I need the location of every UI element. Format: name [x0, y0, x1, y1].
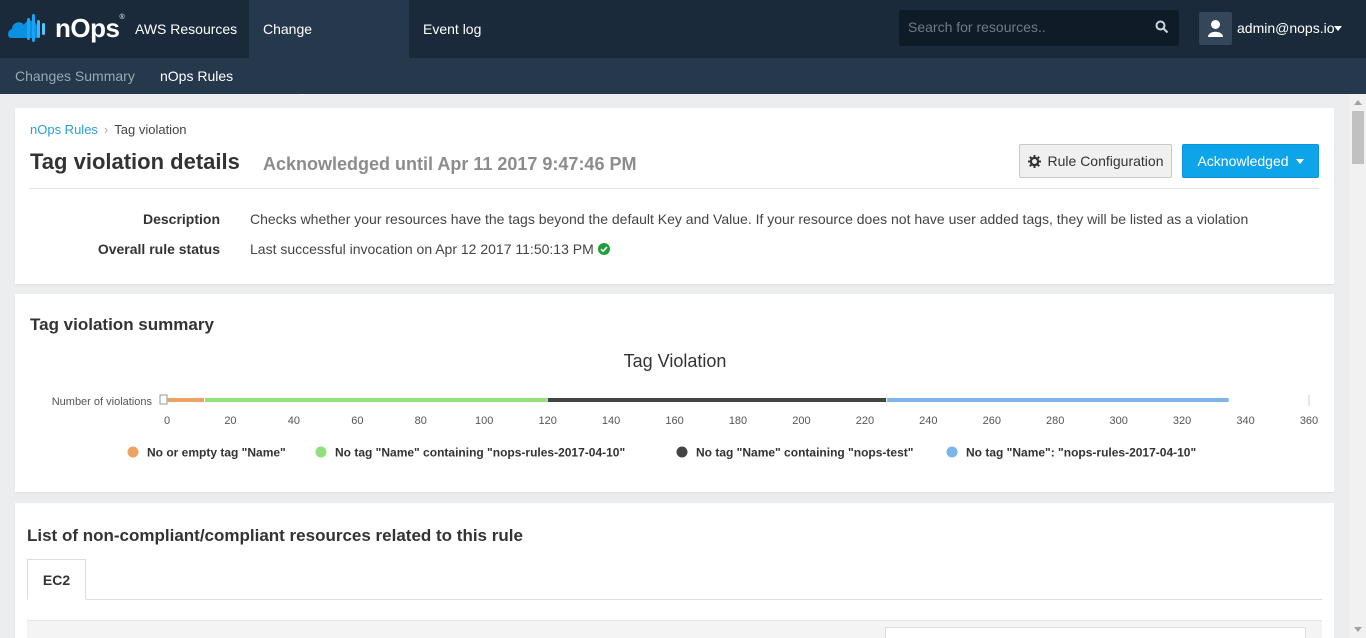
chart-bar-segment-2[interactable]	[205, 398, 547, 402]
overall-status-label: Overall rule status	[97, 241, 220, 257]
legend-label: No tag "Name" containing "nops-test"	[696, 446, 913, 460]
x-tick-label: 120	[538, 415, 556, 427]
nav-aws-resources[interactable]: AWS Resources	[121, 0, 251, 58]
search-input[interactable]	[908, 19, 1148, 35]
x-tick-label: 360	[1300, 415, 1318, 427]
legend-swatch	[946, 446, 958, 458]
subnav-changes-summary[interactable]: Changes Summary	[15, 58, 135, 94]
x-tick-label: 140	[602, 415, 620, 427]
page-scrollbar[interactable]	[1350, 94, 1366, 638]
table-filter-input[interactable]	[885, 627, 1306, 638]
check-circle-icon	[597, 243, 610, 255]
user-menu[interactable]: admin@nops.io	[1237, 20, 1335, 36]
nav-event-log[interactable]: Event log	[409, 0, 495, 58]
chevron-down-icon[interactable]	[1334, 26, 1342, 31]
legend-swatch	[676, 446, 688, 458]
divider	[30, 188, 1319, 189]
sub-navbar: Changes Summary nOps Rules	[0, 58, 1366, 94]
rule-details-card: nOps Rules › Tag violation Tag violation d…	[15, 108, 1334, 284]
x-tick-label: 240	[919, 415, 937, 427]
acknowledged-status: Acknowledged until Apr 11 2017 9:47:46 P…	[263, 154, 637, 174]
gear-icon	[1027, 154, 1041, 168]
x-tick-label: 220	[856, 415, 874, 427]
x-tick-label: 180	[729, 415, 747, 427]
x-tick-label: 60	[351, 415, 363, 427]
legend-label: No tag "Name": "nops-rules-2017-04-10"	[966, 446, 1196, 460]
breadcrumb-separator: ›	[103, 122, 109, 137]
legend-swatch	[315, 446, 327, 458]
page-title: Tag violation details	[30, 149, 240, 174]
legend-label: No tag "Name" containing "nops-rules-201…	[335, 446, 625, 460]
caret-down-icon	[1295, 158, 1304, 164]
tab-ec2[interactable]: EC2	[27, 559, 86, 600]
breadcrumb-current: Tag violation	[114, 122, 187, 137]
user-icon	[1208, 20, 1223, 37]
scroll-down-arrow-icon[interactable]	[1354, 627, 1362, 632]
x-tick-label: 100	[475, 415, 493, 427]
legend-item-1[interactable]: No or empty tag "Name"	[127, 446, 286, 460]
legend-item-2[interactable]: No tag "Name" containing "nops-rules-201…	[315, 446, 626, 460]
violation-summary-card: Tag violation summary Tag Violation Numb…	[15, 294, 1334, 492]
legend-label: No or empty tag "Name"	[147, 446, 286, 460]
brand-logo[interactable]: nOps ®	[7, 12, 125, 44]
x-tick-label: 200	[792, 415, 810, 427]
overall-status-value: Last successful invocation on Apr 12 201…	[250, 241, 610, 257]
chart-title: Tag Violation	[624, 351, 727, 371]
scroll-up-arrow-icon[interactable]	[1354, 100, 1362, 105]
resources-card: List of non-compliant/compliant resource…	[15, 503, 1334, 638]
x-tick-label: 280	[1046, 415, 1064, 427]
search-icon[interactable]	[1155, 20, 1169, 34]
description-label: Description	[142, 211, 220, 227]
legend-item-3[interactable]: No tag "Name" containing "nops-test"	[676, 446, 914, 460]
rule-configuration-label: Rule Configuration	[1047, 153, 1164, 169]
x-tick-label: 80	[415, 415, 427, 427]
breadcrumb-root-link[interactable]: nOps Rules	[30, 122, 98, 137]
chart-bar-segment-1[interactable]	[167, 398, 205, 402]
subnav-nops-rules[interactable]: nOps Rules	[160, 58, 233, 94]
legend-item-4[interactable]: No tag "Name": "nops-rules-2017-04-10"	[946, 446, 1197, 460]
x-tick-label: 40	[288, 415, 300, 427]
acknowledged-button-label: Acknowledged	[1197, 153, 1289, 169]
x-tick-label: 340	[1236, 415, 1254, 427]
nops-logo-icon	[8, 14, 45, 42]
x-tick-label: 160	[665, 415, 683, 427]
x-tick-label: 0	[164, 415, 170, 427]
description-text: Checks whether your resources have the t…	[250, 211, 1249, 227]
x-tick-label: 320	[1173, 415, 1191, 427]
legend-swatch	[127, 446, 139, 458]
brand-name: nOps	[55, 12, 120, 43]
acknowledged-dropdown-button[interactable]: Acknowledged	[1182, 144, 1319, 178]
search-box	[899, 10, 1179, 46]
nav-change-management[interactable]: Change management	[249, 0, 409, 95]
rule-configuration-button[interactable]: Rule Configuration	[1019, 144, 1172, 178]
overall-status-text: Last successful invocation on Apr 12 201…	[250, 241, 594, 257]
top-navbar: nOps ® AWS Resources Change management E…	[0, 0, 1366, 95]
chart-bar-segment-4[interactable]	[887, 398, 1229, 402]
violation-chart: Tag Violation Number of violations 0 20 40…	[52, 351, 1318, 460]
breadcrumb: nOps Rules › Tag violation	[30, 122, 187, 137]
scrollbar-thumb[interactable]	[1352, 111, 1364, 164]
x-tick-label: 20	[224, 415, 236, 427]
x-tick-label: 300	[1109, 415, 1127, 427]
chart-bar-segment-3[interactable]	[547, 398, 887, 402]
chart-bar-start-marker	[159, 394, 168, 405]
chart-category-label: Number of violations	[52, 396, 153, 408]
x-tick-label: 260	[983, 415, 1001, 427]
user-avatar[interactable]	[1199, 12, 1232, 45]
resources-title: List of non-compliant/compliant resource…	[27, 526, 523, 545]
tab-divider	[27, 599, 1322, 600]
